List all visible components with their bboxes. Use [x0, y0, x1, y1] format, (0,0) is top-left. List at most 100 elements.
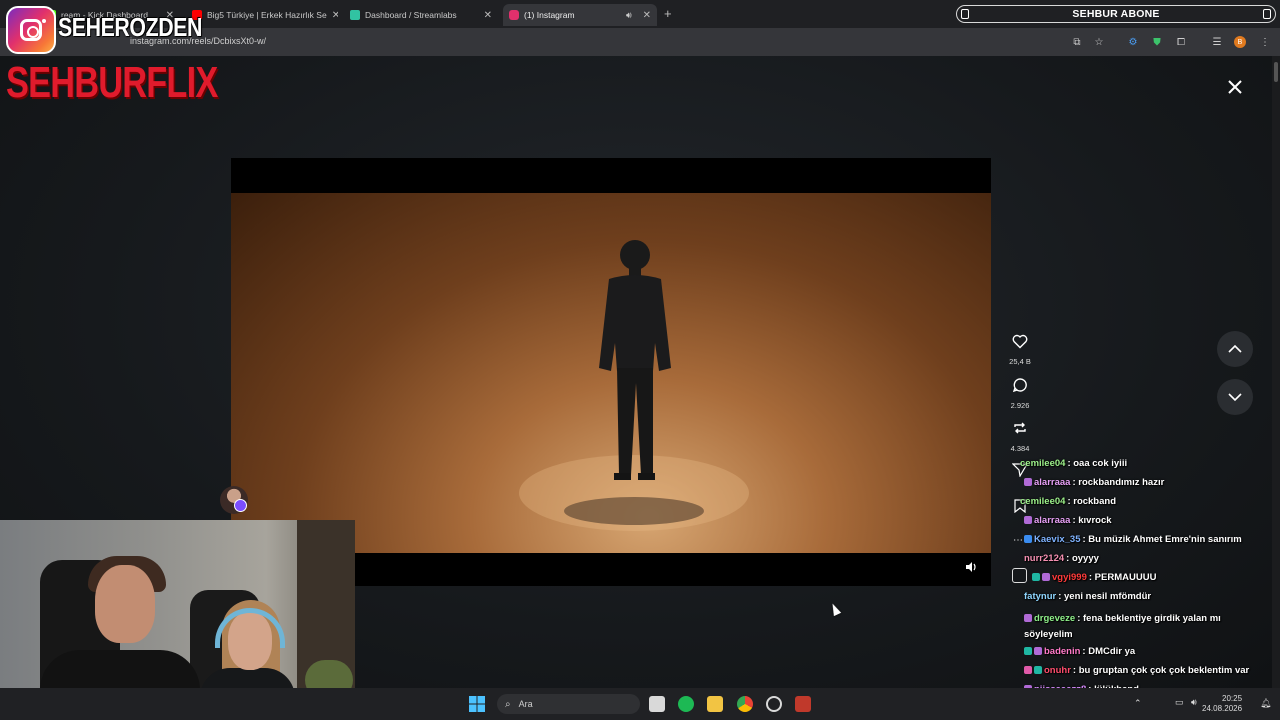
chat-badge-icon: [1024, 478, 1032, 486]
next-reel-button[interactable]: [1217, 379, 1253, 415]
close-tab-icon[interactable]: ✕: [332, 10, 338, 21]
chat-text: : oaa cok iyiii: [1067, 458, 1128, 469]
like-action[interactable]: 25,4 B: [1008, 334, 1032, 366]
chat-username[interactable]: fatynur: [1024, 591, 1056, 602]
network-icon[interactable]: ▭: [1175, 697, 1184, 708]
chat-text: : Bu müzik Ahmet Emre'nin sanırım: [1082, 534, 1242, 545]
speaker-icon[interactable]: 🔊︎: [626, 10, 632, 21]
comment-action[interactable]: 2.926: [1008, 377, 1032, 410]
repost-count: 4.384: [1010, 444, 1030, 453]
chat-badge-icon: [1034, 666, 1042, 674]
chat-message: nurr2124: oyyyy: [1012, 553, 1274, 565]
reading-list-icon[interactable]: ☰: [1211, 36, 1223, 48]
chat-badge-icon: [1024, 516, 1032, 524]
clock[interactable]: 20:25 24.08.2026: [1202, 694, 1242, 714]
chat-text: : DMCdir ya: [1082, 646, 1136, 657]
chat-badge-icon: [1034, 647, 1042, 655]
chat-badge-icon: [1042, 573, 1050, 581]
install-app-icon[interactable]: ⧉: [1071, 36, 1083, 48]
close-tab-icon[interactable]: ✕: [484, 10, 492, 21]
comment-count: 2.926: [1010, 401, 1030, 410]
chevron-up-icon: [1228, 344, 1242, 353]
notification-bell-icon[interactable]: 🔔︎: [1260, 698, 1271, 709]
chat-username[interactable]: alarraaa: [1034, 515, 1070, 526]
windows-start-icon[interactable]: [469, 696, 485, 712]
search-icon: ⌕: [505, 698, 511, 710]
tab-title: Big5 Türkiye | Erkek Hazırlık Se: [207, 10, 327, 20]
tab-instagram[interactable]: (1) Instagram 🔊︎ ✕: [503, 4, 657, 26]
repost-icon[interactable]: [1012, 420, 1028, 436]
chat-username[interactable]: alarraaa: [1034, 477, 1070, 488]
chat-message: onuhr: bu gruptan çok çok çok beklentim …: [1012, 665, 1274, 677]
taskbar-search[interactable]: ⌕ Ara: [497, 694, 640, 714]
obs-icon[interactable]: [766, 696, 782, 712]
profile-avatar[interactable]: B: [1234, 36, 1246, 48]
chat-message: cemilee04: oaa cok iyiii: [1012, 458, 1274, 470]
tray-chevron-icon[interactable]: ⌃: [1134, 698, 1142, 709]
silhouette-figure: [519, 240, 749, 531]
close-tab-icon[interactable]: ✕: [643, 10, 651, 21]
overlay-instagram-handle: SEHEROZDEN: [58, 12, 202, 42]
frame-icon: [961, 9, 969, 19]
task-view-icon[interactable]: [649, 696, 665, 712]
tab-big5[interactable]: Big5 Türkiye | Erkek Hazırlık Se ✕: [186, 4, 338, 26]
file-explorer-icon[interactable]: [707, 696, 723, 712]
creator-badge-icon: [234, 499, 247, 512]
clock-date: 24.08.2026: [1202, 704, 1243, 713]
chat-badge-icon: [1032, 573, 1040, 581]
chat-username[interactable]: drgeveze: [1034, 613, 1075, 624]
chat-username[interactable]: onuhr: [1044, 665, 1071, 676]
chrome-icon[interactable]: [737, 696, 753, 712]
search-placeholder: Ara: [518, 699, 533, 709]
repost-action[interactable]: 4.384: [1008, 420, 1032, 453]
tab-title: (1) Instagram: [524, 10, 575, 20]
chat-message: fatynur: yeni nesil mfömdür: [1012, 591, 1274, 603]
chat-username[interactable]: badenin: [1044, 646, 1080, 657]
like-count: 25,4 B: [1009, 357, 1031, 366]
chat-username[interactable]: nurr2124: [1024, 553, 1064, 564]
app-icon[interactable]: [795, 696, 811, 712]
chat-message: vgyi999: PERMAUUUU: [1012, 572, 1274, 584]
chat-username[interactable]: cemilee04: [1020, 458, 1065, 469]
chat-badge-icon: [1024, 666, 1032, 674]
windows-taskbar: ⌕ Ara ⌃ ▭ 🔊︎ 20:25 24.08.2026 🔔︎: [0, 688, 1280, 720]
stream-chat-overlay: cemilee04: oaa cok iyiii alarraaa: rockba…: [1012, 456, 1274, 718]
heart-icon[interactable]: [1012, 334, 1028, 349]
chevron-down-icon: [1228, 393, 1242, 402]
new-tab-button[interactable]: +: [664, 6, 672, 21]
bookmark-star-icon[interactable]: ☆: [1093, 36, 1105, 48]
spotify-icon[interactable]: [678, 696, 694, 712]
instagram-logo-icon: [6, 6, 56, 54]
chat-username[interactable]: vgyi999: [1052, 572, 1087, 583]
chat-text: : bu gruptan çok çok çok beklentim var: [1072, 665, 1250, 676]
chat-text: : rockbandımız hazır: [1072, 477, 1165, 488]
previous-reel-button[interactable]: [1217, 331, 1253, 367]
profile-banner: SEHBUR ABONE: [956, 5, 1276, 23]
chat-message: alarraaa: kıvrock: [1012, 515, 1274, 527]
volume-tray-icon[interactable]: 🔊︎: [1191, 697, 1197, 708]
volume-icon[interactable]: [964, 560, 978, 574]
chat-username[interactable]: Kaevix_35: [1034, 534, 1080, 545]
profile-label: SEHBUR ABONE: [1072, 8, 1160, 20]
chat-text: : rockband: [1067, 496, 1116, 507]
extensions-puzzle-icon[interactable]: ⧠: [1175, 36, 1187, 48]
extension-gear-icon[interactable]: ⚙: [1127, 36, 1139, 48]
chat-text: : oyyyy: [1066, 553, 1099, 564]
chat-badge-icon: [1024, 614, 1032, 622]
chat-text: : yeni nesil mfömdür: [1058, 591, 1152, 602]
tab-streamlabs[interactable]: Dashboard / Streamlabs ✕: [344, 4, 498, 26]
chat-message: alarraaa: rockbandımız hazır: [1012, 477, 1274, 489]
shield-extension-icon[interactable]: ⛊: [1151, 36, 1163, 48]
tab-title: Dashboard / Streamlabs: [365, 10, 457, 20]
chat-message: drgeveze: fena beklentiye girdik yalan m…: [1012, 611, 1252, 643]
scrollbar-thumb[interactable]: [1274, 62, 1278, 82]
chat-message: Kaevix_35: Bu müzik Ahmet Emre'nin sanır…: [1012, 534, 1274, 546]
clock-time: 20:25: [1222, 694, 1243, 703]
streamlabs-favicon-icon: [350, 10, 360, 20]
chat-text: : PERMAUUUU: [1088, 572, 1157, 583]
chat-username[interactable]: cemilee04: [1020, 496, 1065, 507]
chat-message: badenin: DMCdir ya: [1012, 646, 1274, 658]
close-icon[interactable]: [1224, 76, 1246, 98]
menu-kebab-icon[interactable]: ⋮: [1259, 36, 1271, 48]
comment-icon[interactable]: [1012, 377, 1028, 393]
